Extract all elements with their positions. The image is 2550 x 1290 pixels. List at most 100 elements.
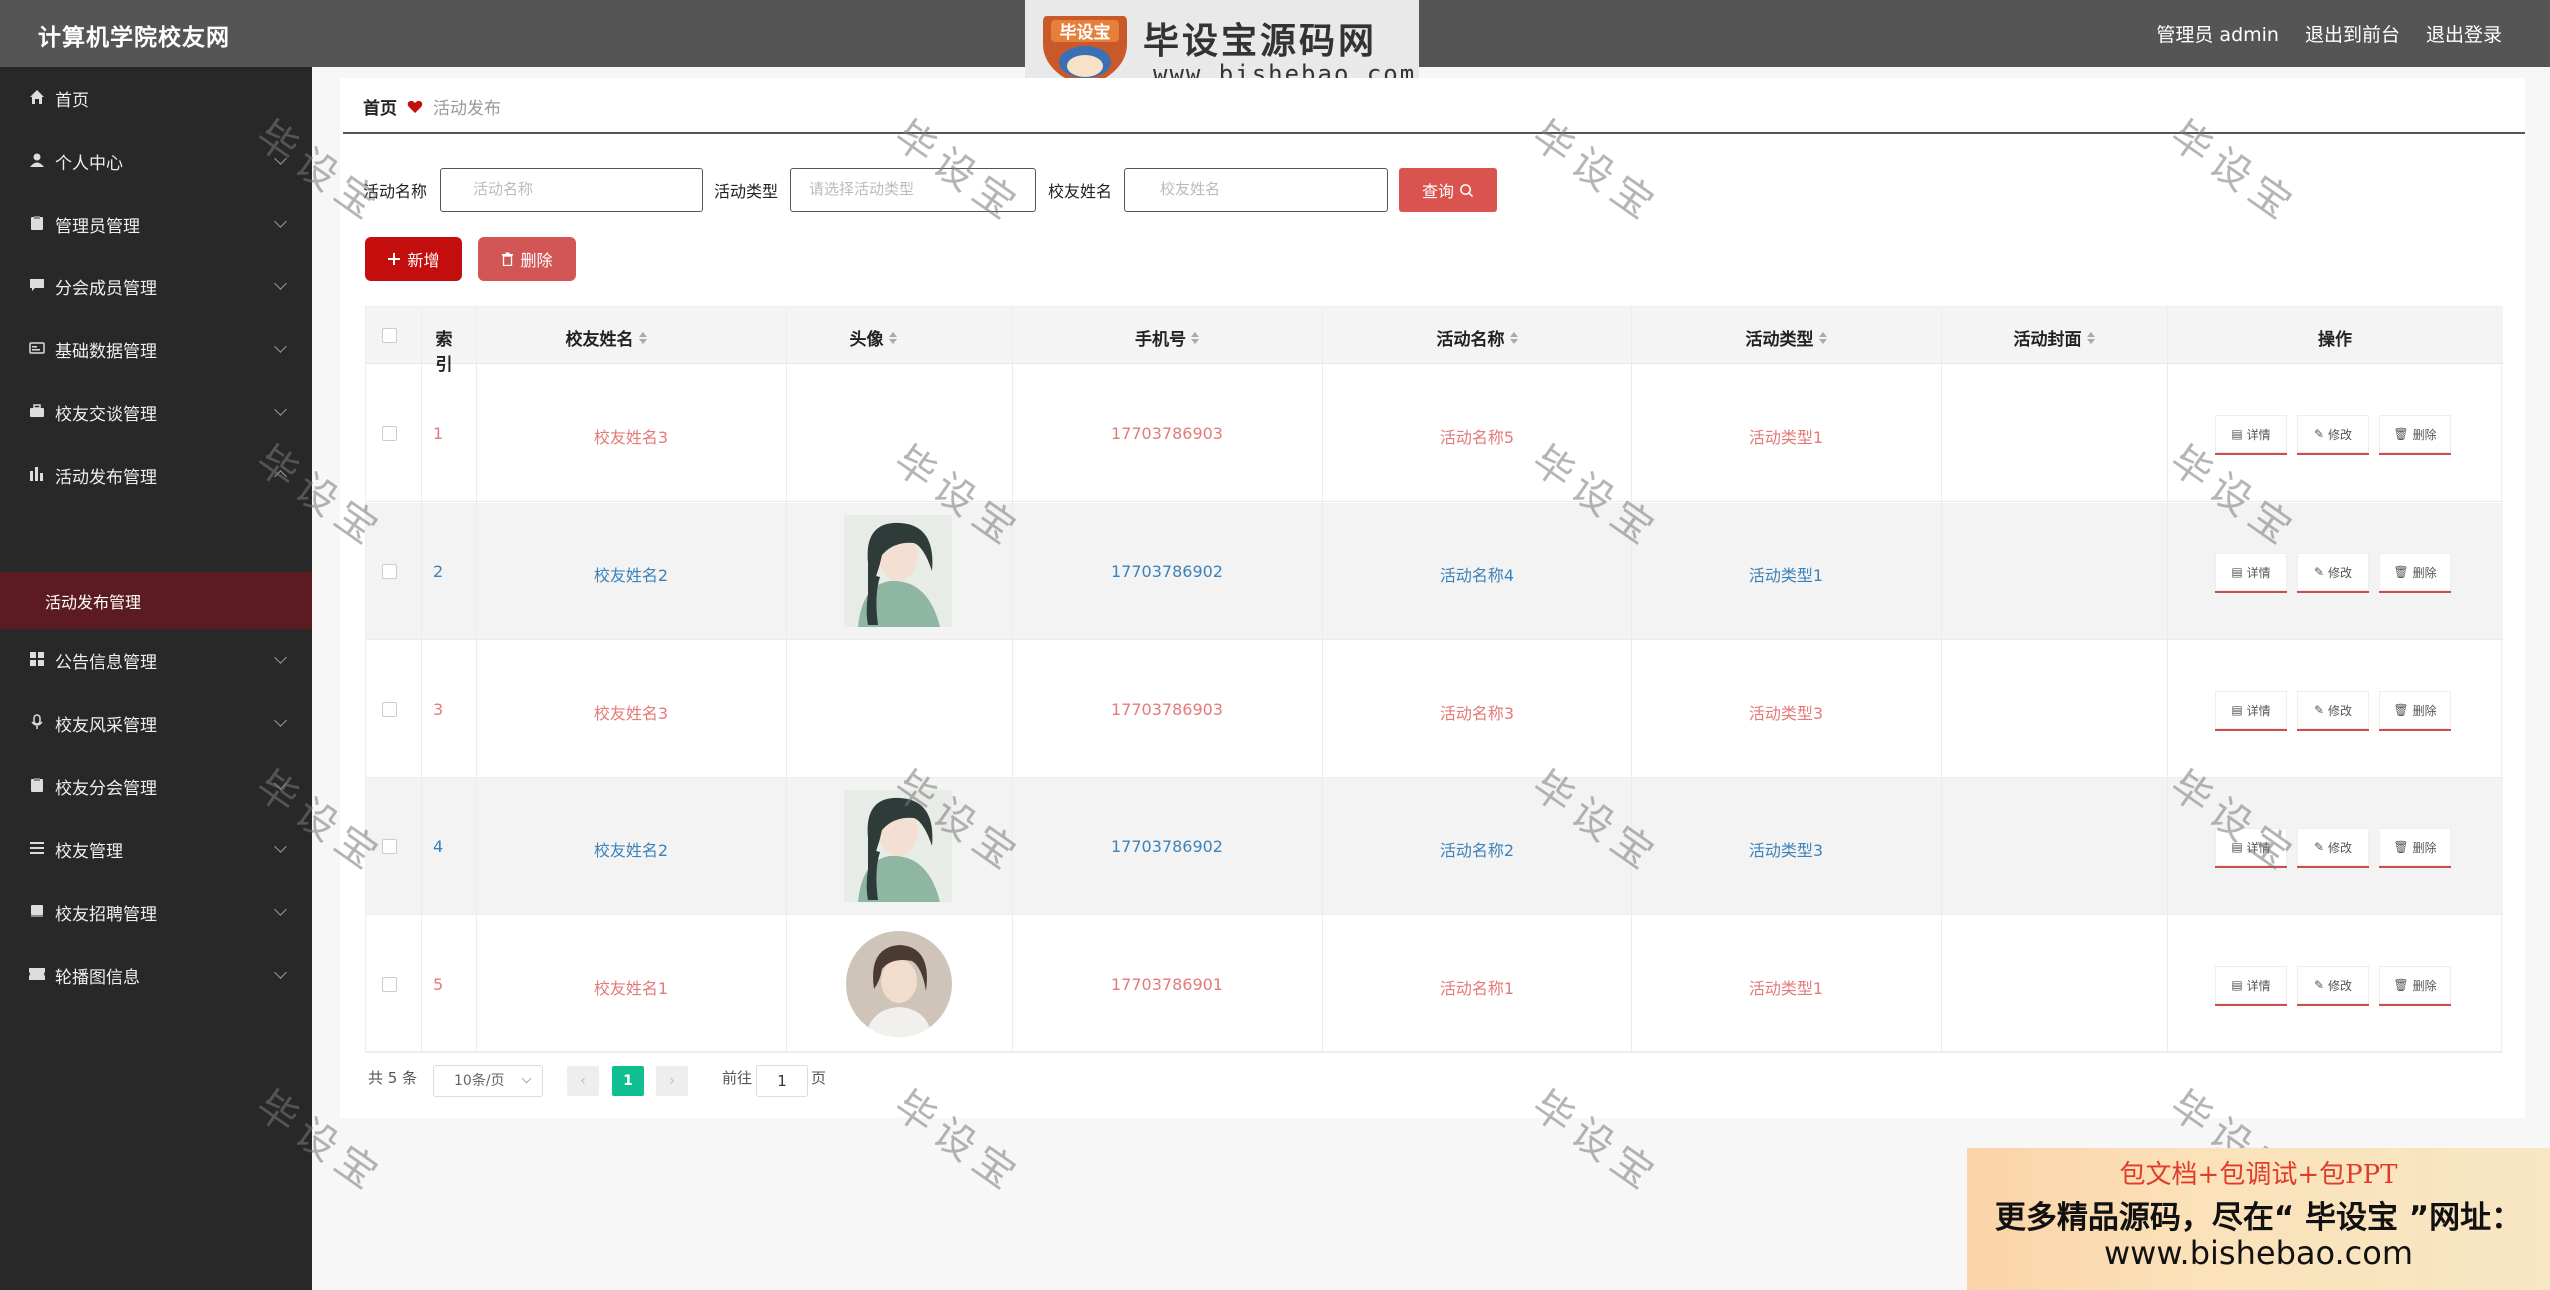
select-all-checkbox[interactable] <box>382 328 397 343</box>
page-size-select[interactable]: 10条/页 <box>433 1065 543 1097</box>
edit-button[interactable]: ✎ 修改 <box>2297 415 2369 455</box>
sort-icon[interactable] <box>888 331 897 344</box>
sidebar-item-home[interactable]: 首页 <box>0 75 312 119</box>
add-button[interactable]: 新增 <box>365 237 462 281</box>
avatar-image <box>846 931 952 1037</box>
cell-index: 4 <box>433 837 444 856</box>
sort-icon[interactable] <box>1509 331 1518 344</box>
cell-phone: 17703786903 <box>1111 424 1223 443</box>
chevron-down-icon <box>274 277 287 290</box>
header-name[interactable]: 校友姓名 <box>476 325 736 350</box>
edit-button[interactable]: ✎ 修改 <box>2297 828 2369 868</box>
chevron-down-icon <box>274 215 287 228</box>
row-checkbox[interactable] <box>382 977 397 992</box>
sidebar-subitem-activity-publish[interactable]: 活动发布管理 <box>0 572 312 629</box>
detail-button[interactable]: ▤ 详情 <box>2215 828 2287 868</box>
sidebar-item-activity[interactable]: 活动发布管理 <box>0 452 312 496</box>
cell-activity-name: 活动名称3 <box>1439 704 1515 723</box>
delete-button[interactable]: 🗑 删除 <box>2379 691 2451 731</box>
sidebar-item-branch-members[interactable]: 分会成员管理 <box>0 263 312 307</box>
sidebar-item-notice[interactable]: 公告信息管理 <box>0 637 312 681</box>
column-divider <box>1322 307 1323 1053</box>
sidebar-item-label: 活动发布管理 <box>55 468 157 488</box>
delete-button[interactable]: 🗑 删除 <box>2379 415 2451 455</box>
activity-name-label: 活动名称 <box>363 182 428 201</box>
sidebar-item-personal[interactable]: 个人中心 <box>0 138 312 182</box>
sort-icon[interactable] <box>2086 331 2095 344</box>
edit-icon: ✎ <box>2313 840 2325 854</box>
page-1-button[interactable]: 1 <box>612 1066 644 1096</box>
alumni-name-input[interactable]: 校友姓名 <box>1124 168 1388 212</box>
goto-page-input[interactable]: 1 <box>756 1065 808 1097</box>
ticket-icon <box>28 965 46 983</box>
detail-button[interactable]: ▤ 详情 <box>2215 966 2287 1006</box>
chevron-left-icon: ‹ <box>580 1073 586 1089</box>
header-avatar[interactable]: 头像 <box>786 325 960 350</box>
list-icon <box>28 839 46 857</box>
cell-activity-type: 活动类型3 <box>1748 841 1824 860</box>
table-row: 1 校友姓名3 17703786903 活动名称5 活动类型1 ▤ 详情 ✎ 修改 … <box>366 365 2503 502</box>
sidebar-item-carousel[interactable]: 轮播图信息 <box>0 952 312 996</box>
header-activity-type[interactable]: 活动类型 <box>1631 325 1941 350</box>
delete-button[interactable]: 🗑 删除 <box>2379 828 2451 868</box>
sidebar-item-basic-data[interactable]: 基础数据管理 <box>0 326 312 370</box>
header-activity-name[interactable]: 活动名称 <box>1322 325 1632 350</box>
front-link[interactable]: 退出到前台 <box>2305 20 2400 47</box>
edit-button[interactable]: ✎ 修改 <box>2297 966 2369 1006</box>
header-operations: 操作 <box>2318 330 2352 350</box>
plus-icon <box>388 253 401 265</box>
site-logo: 毕设宝 毕设宝源码网 www.bishebao.com <box>1025 0 1419 88</box>
detail-button[interactable]: ▤ 详情 <box>2215 691 2287 731</box>
grid-icon <box>28 650 46 668</box>
detail-button[interactable]: ▤ 详情 <box>2215 553 2287 593</box>
sidebar-item-admin[interactable]: 管理员管理 <box>0 201 312 245</box>
breadcrumb-home[interactable]: 首页 <box>363 94 397 119</box>
header-activity-cover[interactable]: 活动封面 <box>1941 325 2167 350</box>
trash-icon <box>502 252 514 266</box>
page-suffix: 页 <box>811 1069 827 1087</box>
activity-type-select[interactable]: 请选择活动类型 <box>790 168 1036 212</box>
row-checkbox[interactable] <box>382 564 397 579</box>
sidebar-item-label: 校友风采管理 <box>55 716 157 736</box>
sidebar-item-alumni-talk[interactable]: 校友交谈管理 <box>0 389 312 433</box>
cell-activity-name: 活动名称1 <box>1439 979 1515 998</box>
admin-user-label[interactable]: 管理员 admin <box>2156 20 2279 47</box>
heart-icon <box>407 100 423 113</box>
sidebar-item-label: 校友交谈管理 <box>55 405 157 425</box>
edit-button[interactable]: ✎ 修改 <box>2297 553 2369 593</box>
sidebar: 首页 个人中心 管理员管理 分会成员管理 基础数据管理 校友交谈管理 活动发布管… <box>0 67 312 1290</box>
prev-page-button[interactable]: ‹ <box>567 1066 599 1096</box>
trash-icon: 🗑 <box>2393 565 2409 579</box>
query-button[interactable]: 查询 <box>1399 168 1497 212</box>
row-checkbox[interactable] <box>382 839 397 854</box>
sidebar-item-label: 基础数据管理 <box>55 342 157 362</box>
cell-name: 校友姓名3 <box>593 428 669 447</box>
next-page-button[interactable]: › <box>656 1066 688 1096</box>
delete-button[interactable]: 🗑 删除 <box>2379 966 2451 1006</box>
column-divider <box>421 307 422 1053</box>
card-icon <box>28 339 46 357</box>
batch-delete-button[interactable]: 删除 <box>478 237 576 281</box>
activity-name-input[interactable]: 活动名称 <box>440 168 703 212</box>
sidebar-item-alumni-branch[interactable]: 校友分会管理 <box>0 763 312 807</box>
chevron-down-icon <box>274 152 287 165</box>
sidebar-item-label: 首页 <box>55 91 89 111</box>
sidebar-item-label: 校友分会管理 <box>55 779 157 799</box>
logout-link[interactable]: 退出登录 <box>2426 20 2502 47</box>
sort-icon[interactable] <box>638 331 647 344</box>
sidebar-item-alumni[interactable]: 校友管理 <box>0 826 312 870</box>
sort-icon[interactable] <box>1191 331 1199 344</box>
sidebar-item-alumni-style[interactable]: 校友风采管理 <box>0 700 312 744</box>
header-phone[interactable]: 手机号 <box>1012 325 1322 350</box>
batch-delete-button-label: 删除 <box>520 251 553 270</box>
cell-index: 2 <box>433 562 444 581</box>
delete-button[interactable]: 🗑 删除 <box>2379 553 2451 593</box>
top-links: 管理员 admin 退出到前台 退出登录 <box>2156 20 2502 47</box>
row-checkbox[interactable] <box>382 426 397 441</box>
alumni-name-label: 校友姓名 <box>1048 182 1113 201</box>
detail-button[interactable]: ▤ 详情 <box>2215 415 2287 455</box>
edit-button[interactable]: ✎ 修改 <box>2297 691 2369 731</box>
row-checkbox[interactable] <box>382 702 397 717</box>
sidebar-item-recruit[interactable]: 校友招聘管理 <box>0 889 312 933</box>
sort-icon[interactable] <box>1818 331 1827 344</box>
